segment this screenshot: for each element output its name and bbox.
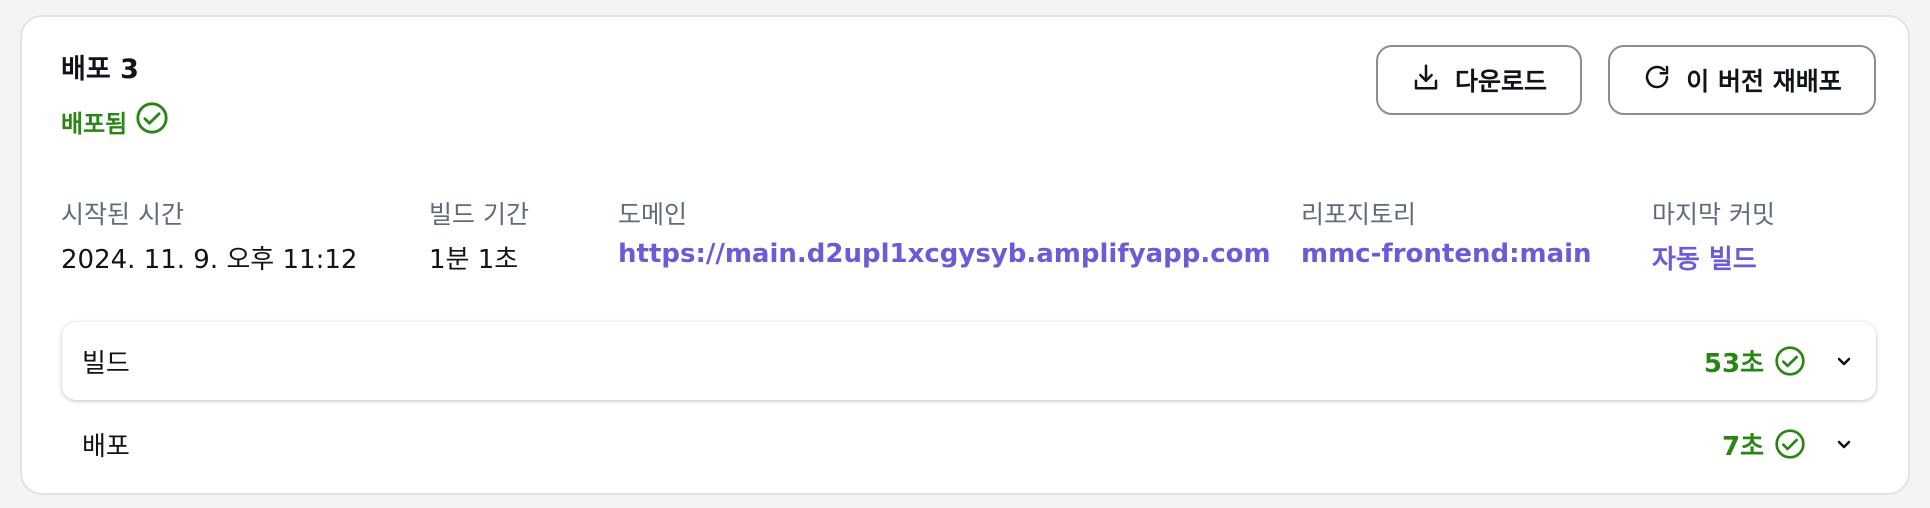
chevron-down-icon[interactable] [1832, 432, 1856, 456]
build-duration-value: 1분 1초 [429, 245, 519, 275]
domain-label: 도메인 [618, 200, 688, 229]
download-icon [1411, 62, 1441, 98]
last-commit-link[interactable]: 자동 빌드 [1652, 239, 1757, 276]
repository-link[interactable]: mmc-frontend:main [1301, 239, 1592, 269]
status-label: 배포됨 [61, 109, 128, 138]
build-step-row[interactable]: 빌드 53초 [62, 322, 1876, 400]
deployment-title: 배포 3 [61, 54, 139, 85]
refresh-icon [1642, 62, 1672, 98]
check-circle-icon [1774, 345, 1806, 377]
redeploy-button-label: 이 버전 재배포 [1686, 67, 1842, 96]
check-circle-icon [135, 101, 169, 141]
step-label: 배포 [82, 431, 130, 462]
download-button-label: 다운로드 [1454, 67, 1547, 96]
step-label: 빌드 [82, 348, 130, 379]
check-circle-icon [1774, 428, 1806, 460]
redeploy-button[interactable]: 이 버전 재배포 [1608, 45, 1876, 115]
deploy-step-row[interactable]: 배포 7초 [62, 405, 1876, 483]
started-time-value: 2024. 11. 9. 오후 11:12 [61, 245, 358, 275]
domain-link[interactable]: https://main.d2upl1xcgysyb.amplifyapp.co… [618, 239, 1271, 269]
last-commit-label: 마지막 커밋 [1652, 200, 1775, 229]
chevron-down-icon[interactable] [1832, 349, 1856, 373]
step-duration: 7초 [1721, 431, 1764, 462]
repository-label: 리포지토리 [1301, 200, 1417, 229]
build-duration-label: 빌드 기간 [429, 200, 529, 229]
deployment-status: 배포됨 [61, 101, 169, 141]
step-duration: 53초 [1703, 348, 1764, 379]
download-button[interactable]: 다운로드 [1376, 45, 1582, 115]
started-time-label: 시작된 시간 [61, 200, 184, 229]
deployment-card: 배포 3 배포됨 다운로드 이 버전 재배포 시작된 시간 2024. 11. … [20, 15, 1910, 495]
